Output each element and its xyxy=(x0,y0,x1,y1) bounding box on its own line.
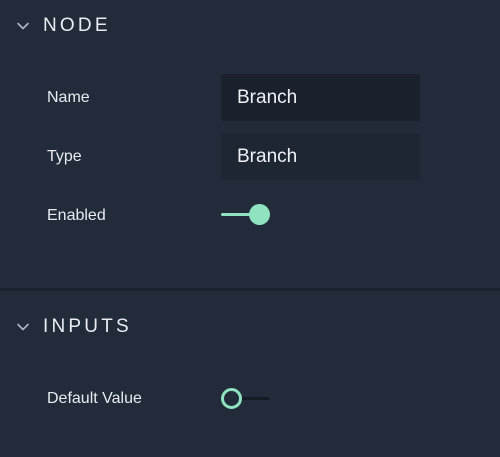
inspector-panel: NODE Name Branch Type Branch Enabled INP… xyxy=(0,0,500,457)
type-field-value: Branch xyxy=(237,145,298,167)
name-field[interactable]: Branch xyxy=(221,74,420,121)
enabled-label: Enabled xyxy=(47,207,106,224)
enabled-toggle-knob[interactable] xyxy=(249,204,270,225)
type-label: Type xyxy=(47,148,82,165)
type-field[interactable]: Branch xyxy=(221,133,420,180)
chevron-down-icon[interactable] xyxy=(15,319,31,335)
default-value-toggle[interactable] xyxy=(221,387,273,411)
inputs-section-header[interactable]: INPUTS xyxy=(0,312,500,342)
chevron-down-icon[interactable] xyxy=(15,18,31,34)
inputs-section: INPUTS Default Value xyxy=(0,291,500,457)
name-field-value: Branch xyxy=(237,86,298,108)
node-section-header[interactable]: NODE xyxy=(0,11,500,41)
default-value-label: Default Value xyxy=(47,390,142,407)
node-section: NODE Name Branch Type Branch Enabled xyxy=(0,0,500,288)
node-section-title: NODE xyxy=(43,15,111,36)
inputs-section-title: INPUTS xyxy=(43,316,132,337)
enabled-toggle[interactable] xyxy=(221,203,273,227)
default-value-toggle-knob[interactable] xyxy=(221,388,242,409)
name-label: Name xyxy=(47,89,90,106)
